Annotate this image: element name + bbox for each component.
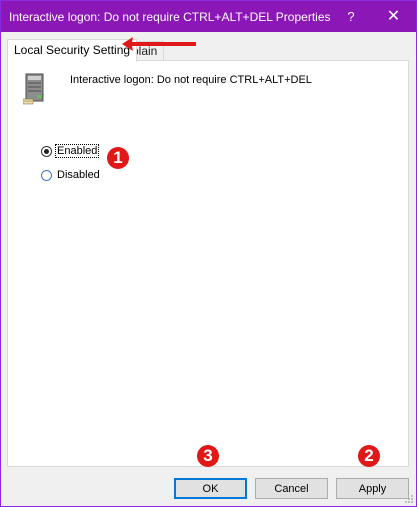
step-badge-1: 1 [107,147,129,169]
server-tower-icon [23,73,44,105]
tab-panel: Interactive logon: Do not require CTRL+A… [7,60,409,467]
disabled-option[interactable]: Disabled [41,169,101,181]
policy-name: Interactive logon: Do not require CTRL+A… [70,74,312,86]
disabled-label[interactable]: Disabled [56,169,101,181]
title-bar: Interactive logon: Do not require CTRL+A… [1,1,416,32]
ok-button[interactable]: OK [174,478,247,499]
resize-grip-icon[interactable] [404,494,414,504]
enabled-label[interactable]: Enabled [54,144,100,158]
close-button[interactable]: ✕ [371,1,416,32]
apply-button[interactable]: Apply [336,478,409,499]
tab-local-security-setting[interactable]: Local Security Setting [7,39,138,62]
enabled-radio[interactable] [41,145,52,157]
red-arrow-icon [122,37,196,51]
step-badge-3: 3 [197,445,219,467]
cancel-button[interactable]: Cancel [255,478,328,499]
help-button[interactable]: ? [331,1,371,32]
disabled-radio[interactable] [41,169,52,181]
step-badge-2: 2 [358,445,380,467]
enabled-option[interactable]: Enabled [41,144,100,158]
properties-dialog: Interactive logon: Do not require CTRL+A… [0,0,417,507]
window-title: Interactive logon: Do not require CTRL+A… [9,10,331,24]
